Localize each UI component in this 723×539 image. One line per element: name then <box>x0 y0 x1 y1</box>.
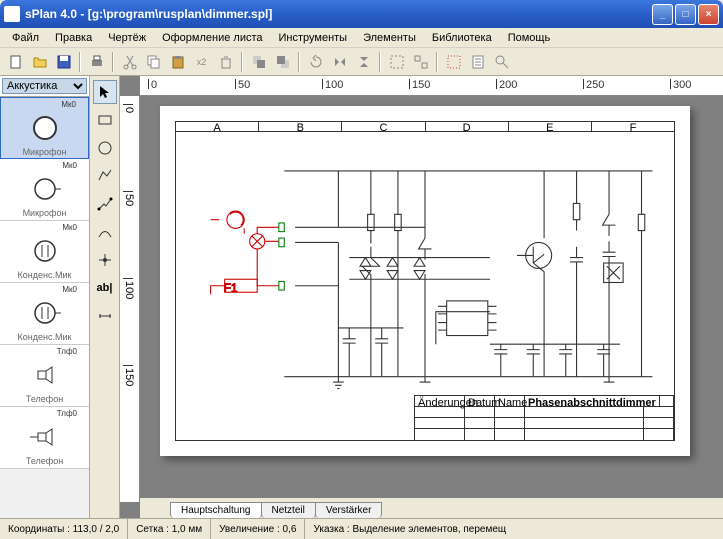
sheet-tab[interactable]: Netzteil <box>261 502 316 518</box>
sheet-frame: ABCDEF F1 <box>175 121 675 441</box>
sheet-tab[interactable]: Hauptschaltung <box>170 502 262 518</box>
drawing-sheet[interactable]: ABCDEF F1 <box>160 106 690 456</box>
bezier-tool[interactable] <box>93 220 117 244</box>
phone-symbol-icon <box>20 418 70 456</box>
snap-button[interactable] <box>442 50 465 73</box>
ungroup-button[interactable] <box>409 50 432 73</box>
mic-symbol-icon <box>20 109 70 147</box>
paste-button[interactable] <box>166 50 189 73</box>
status-zoom: Увеличение : 0,6 <box>211 519 305 539</box>
print-button[interactable] <box>85 50 108 73</box>
status-coords: Координаты : 113,0 / 2,0 <box>0 519 128 539</box>
flipv-button[interactable] <box>352 50 375 73</box>
new-button[interactable] <box>4 50 27 73</box>
app-icon <box>4 6 20 22</box>
menu-bar: Файл Правка Чертёж Оформление листа Инст… <box>0 28 723 48</box>
open-button[interactable] <box>28 50 51 73</box>
minimize-button[interactable]: _ <box>652 4 673 25</box>
copy-button[interactable] <box>142 50 165 73</box>
node-tool[interactable] <box>93 248 117 272</box>
category-select[interactable]: Аккустика <box>2 78 87 94</box>
mic-symbol-icon <box>20 170 70 208</box>
options-button[interactable] <box>466 50 489 73</box>
svg-text:F1: F1 <box>224 281 238 295</box>
fliph-button[interactable] <box>328 50 351 73</box>
measure-tool[interactable] <box>93 304 117 328</box>
vertical-ruler: 0 50 100 150 <box>120 96 140 502</box>
part-item[interactable]: Мк0 Микрофон <box>0 159 89 221</box>
menu-tools[interactable]: Инструменты <box>271 30 356 46</box>
main-area: Аккустика Мк0 Микрофон Мк0 Микрофон Мк0 … <box>0 76 723 518</box>
canvas-area: 0 50 100 150 200 250 300 0 50 100 150 AB… <box>120 76 723 518</box>
status-grid: Сетка : 1,0 мм <box>128 519 211 539</box>
text-tool[interactable]: ab| <box>93 276 117 300</box>
part-item[interactable]: Тлф0 Телефон <box>0 345 89 407</box>
zoom-button[interactable] <box>490 50 513 73</box>
menu-edit[interactable]: Правка <box>47 30 100 46</box>
toback-button[interactable] <box>271 50 294 73</box>
part-item[interactable]: Мк0 Микрофон <box>0 97 89 159</box>
canvas[interactable]: ABCDEF F1 <box>140 96 723 498</box>
cut-button[interactable] <box>118 50 141 73</box>
window-controls: _ □ × <box>652 4 719 25</box>
menu-help[interactable]: Помощь <box>500 30 559 46</box>
dup-button[interactable]: x2 <box>190 50 213 73</box>
group-button[interactable] <box>385 50 408 73</box>
sheet-tab[interactable]: Verstärker <box>315 502 383 518</box>
part-library: Аккустика Мк0 Микрофон Мк0 Микрофон Мк0 … <box>0 76 90 518</box>
menu-file[interactable]: Файл <box>4 30 47 46</box>
part-item[interactable]: Тлф0 Телефон <box>0 407 89 469</box>
close-button[interactable]: × <box>698 4 719 25</box>
tofront-button[interactable] <box>247 50 270 73</box>
menu-sheet[interactable]: Оформление листа <box>154 30 270 46</box>
menu-drawing[interactable]: Чертёж <box>100 30 154 46</box>
rect-tool[interactable] <box>93 108 117 132</box>
sheet-tabs: Hauptschaltung Netzteil Verstärker <box>140 498 723 518</box>
menu-library[interactable]: Библиотека <box>424 30 500 46</box>
rotate-button[interactable] <box>304 50 327 73</box>
drawing-tools: ab| <box>90 76 120 518</box>
schematic-drawing: F1 <box>176 134 674 392</box>
pointer-tool[interactable] <box>93 80 117 104</box>
parts-list[interactable]: Мк0 Микрофон Мк0 Микрофон Мк0 Конденс.Ми… <box>0 97 89 518</box>
circle-tool[interactable] <box>93 136 117 160</box>
category-tab: Аккустика <box>0 76 89 97</box>
title-bar: sPlan 4.0 - [g:\program\rusplan\dimmer.s… <box>0 0 723 28</box>
status-hint: Указка : Выделение элементов, перемещ <box>305 519 723 539</box>
window-title: sPlan 4.0 - [g:\program\rusplan\dimmer.s… <box>25 7 652 21</box>
main-toolbar: x2 <box>0 48 723 76</box>
part-item[interactable]: Мк0 Конденс.Мик <box>0 221 89 283</box>
phone-symbol-icon <box>20 356 70 394</box>
part-item[interactable]: Мк0 Конденс.Мик <box>0 283 89 345</box>
horizontal-ruler: 0 50 100 150 200 250 300 <box>140 76 723 96</box>
menu-elements[interactable]: Элементы <box>355 30 424 46</box>
capmic-symbol-icon <box>20 294 70 332</box>
poly-tool[interactable] <box>93 164 117 188</box>
status-bar: Координаты : 113,0 / 2,0 Сетка : 1,0 мм … <box>0 518 723 539</box>
capmic-symbol-icon <box>20 232 70 270</box>
maximize-button[interactable]: □ <box>675 4 696 25</box>
delete-button[interactable] <box>214 50 237 73</box>
save-button[interactable] <box>52 50 75 73</box>
title-block: ÄnderungenDatumNamePhasenabschnittdimmer <box>414 395 674 440</box>
line-tool[interactable] <box>93 192 117 216</box>
